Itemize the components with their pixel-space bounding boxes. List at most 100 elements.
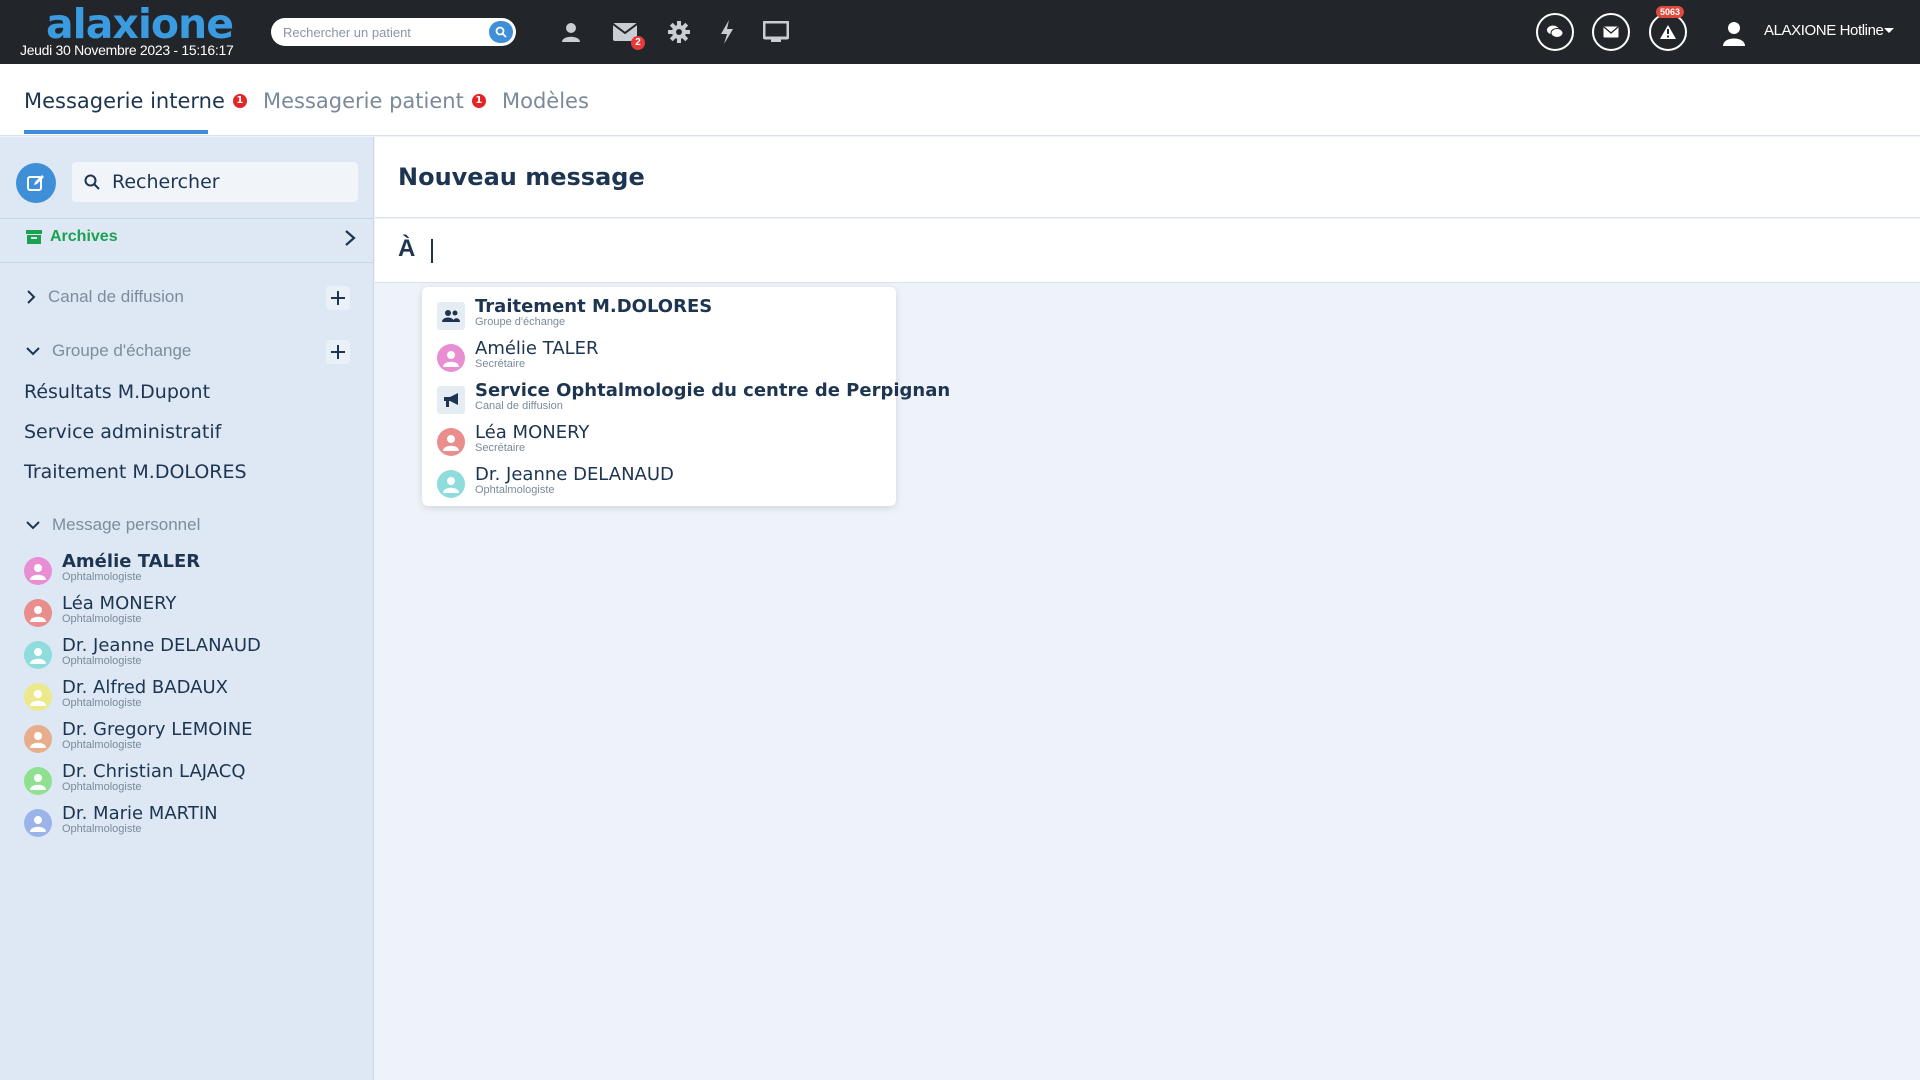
sidebar-search-input[interactable] [112, 170, 342, 194]
warning-icon [1660, 25, 1676, 39]
current-datetime: Jeudi 30 Novembre 2023 - 15:16:17 [20, 42, 234, 58]
archives-link[interactable]: Archives [26, 228, 118, 246]
user-avatar-icon [24, 599, 52, 627]
group-item[interactable]: Traitement M.DOLORES [24, 461, 247, 483]
suggestion-item[interactable]: Dr. Jeanne DELANAUD Ophtalmologiste [437, 464, 887, 504]
megaphone-icon [437, 386, 465, 414]
add-broadcast-button[interactable] [326, 286, 350, 310]
contact-name: Dr. Gregory LEMOINE [62, 719, 253, 740]
top-bar: alaxione Jeudi 30 Novembre 2023 - 15:16:… [0, 0, 1920, 64]
section-label: Canal de diffusion [48, 287, 184, 306]
suggestion-item[interactable]: Léa MONERY Secrétaire [437, 422, 887, 462]
personal-message-section-header[interactable]: Message personnel [26, 515, 200, 535]
group-icon [437, 302, 465, 330]
quick-actions-nav-button[interactable] [713, 18, 741, 46]
unread-badge: 1 [232, 94, 247, 108]
contact-name: Amélie TALER [62, 551, 201, 572]
caret-down-icon[interactable] [1884, 28, 1894, 33]
suggestion-type: Ophtalmologiste [475, 484, 555, 496]
suggestion-name: Traitement M.DOLORES [475, 296, 713, 317]
contact-name: Léa MONERY [62, 593, 177, 614]
contact-name: Dr. Jeanne DELANAUD [62, 635, 261, 656]
archives-label: Archives [50, 228, 118, 245]
recipient-label: À [398, 235, 416, 262]
divider [0, 262, 374, 263]
lightning-icon [721, 20, 733, 44]
exchange-group-section-header[interactable]: Groupe d'échange [26, 341, 191, 361]
suggestion-name: Amélie TALER [475, 338, 599, 359]
envelope-icon [1603, 26, 1619, 38]
chevron-right-icon[interactable] [344, 229, 356, 247]
user-avatar-icon [24, 809, 52, 837]
app-logo[interactable]: alaxione [46, 0, 234, 48]
suggestion-type: Secrétaire [475, 442, 526, 454]
user-avatar-icon [24, 725, 52, 753]
user-menu-name[interactable]: ALAXIONE Hotline [1764, 22, 1884, 39]
contact-name: Dr. Christian LAJACQ [62, 761, 246, 782]
broadcast-section-header[interactable]: Canal de diffusion [26, 287, 184, 307]
page-title: Nouveau message [398, 163, 645, 191]
user-icon [562, 23, 580, 42]
group-item[interactable]: Résultats M.Dupont [24, 381, 210, 403]
user-avatar-icon [24, 557, 52, 585]
suggestion-type: Secrétaire [475, 358, 526, 370]
patient-nav-button[interactable] [557, 18, 585, 46]
plus-icon [331, 345, 345, 359]
tab-label: Modèles [502, 89, 589, 113]
unread-badge: 1 [471, 94, 486, 108]
group-item[interactable]: Service administratif [24, 421, 221, 443]
composer-header: Nouveau message [375, 137, 1920, 218]
user-avatar-icon[interactable] [1721, 20, 1747, 51]
search-icon [84, 174, 100, 190]
contact-role: Ophtalmologiste [62, 571, 142, 583]
contact-role: Ophtalmologiste [62, 781, 142, 793]
section-label: Message personnel [52, 515, 201, 534]
suggestion-type: Groupe d'échange [475, 316, 566, 328]
user-avatar-icon [437, 344, 465, 372]
contact-role: Ophtalmologiste [62, 697, 142, 709]
suggestion-type: Canal de diffusion [475, 400, 563, 412]
chat-button[interactable] [1536, 13, 1574, 51]
plus-icon [331, 291, 345, 305]
messages-nav-button[interactable]: 2 [611, 18, 645, 50]
tab-label: Messagerie interne [24, 89, 225, 113]
gear-icon [668, 21, 690, 43]
compose-button[interactable] [16, 163, 56, 203]
sidebar-search [72, 162, 358, 202]
patient-search-input[interactable] [283, 22, 478, 42]
settings-nav-button[interactable] [665, 18, 693, 46]
suggestion-name: Service Ophtalmologie du centre de Perpi… [475, 380, 951, 401]
tab-templates[interactable]: Modèles [502, 89, 589, 113]
patient-search-button[interactable] [489, 21, 513, 43]
recipient-suggestions: Traitement M.DOLORES Groupe d'échange Am… [422, 287, 950, 506]
suggestion-item[interactable]: Traitement M.DOLORES Groupe d'échange [437, 296, 887, 336]
suggestion-item[interactable]: Amélie TALER Secrétaire [437, 338, 887, 378]
user-avatar-icon [437, 470, 465, 498]
recipient-input[interactable] [429, 233, 1229, 269]
monitor-icon [763, 21, 789, 42]
search-icon [495, 26, 507, 38]
contact-role: Ophtalmologiste [62, 655, 142, 667]
contact-role: Ophtalmologiste [62, 739, 142, 751]
recipient-row: À [375, 219, 1920, 283]
tab-bar: Messagerie interne 1 Messagerie patient … [0, 64, 1920, 136]
contact-role: Ophtalmologiste [62, 823, 142, 835]
user-avatar-icon [437, 428, 465, 456]
contact-name: Dr. Marie MARTIN [62, 803, 218, 824]
alerts-count-badge: 5063 [1656, 6, 1685, 18]
chevron-down-icon [26, 347, 40, 356]
suggestion-item[interactable]: Service Ophtalmologie du centre de Perpi… [437, 380, 950, 420]
edit-icon [27, 175, 44, 191]
active-tab-indicator [24, 130, 208, 134]
add-exchange-group-button[interactable] [326, 340, 350, 364]
mail-button[interactable] [1592, 13, 1630, 51]
sidebar: Archives Canal de diffusion Groupe d'éch… [0, 137, 374, 1080]
tab-internal-messaging[interactable]: Messagerie interne 1 [24, 89, 247, 113]
mail-count-badge: 2 [631, 36, 645, 50]
contact-name: Dr. Alfred BADAUX [62, 677, 228, 698]
alerts-button[interactable]: 5063 [1649, 6, 1687, 51]
chat-bubbles-icon [1547, 25, 1564, 38]
tab-patient-messaging[interactable]: Messagerie patient 1 [263, 89, 486, 113]
suggestion-name: Léa MONERY [475, 422, 590, 443]
display-nav-button[interactable] [762, 18, 790, 46]
